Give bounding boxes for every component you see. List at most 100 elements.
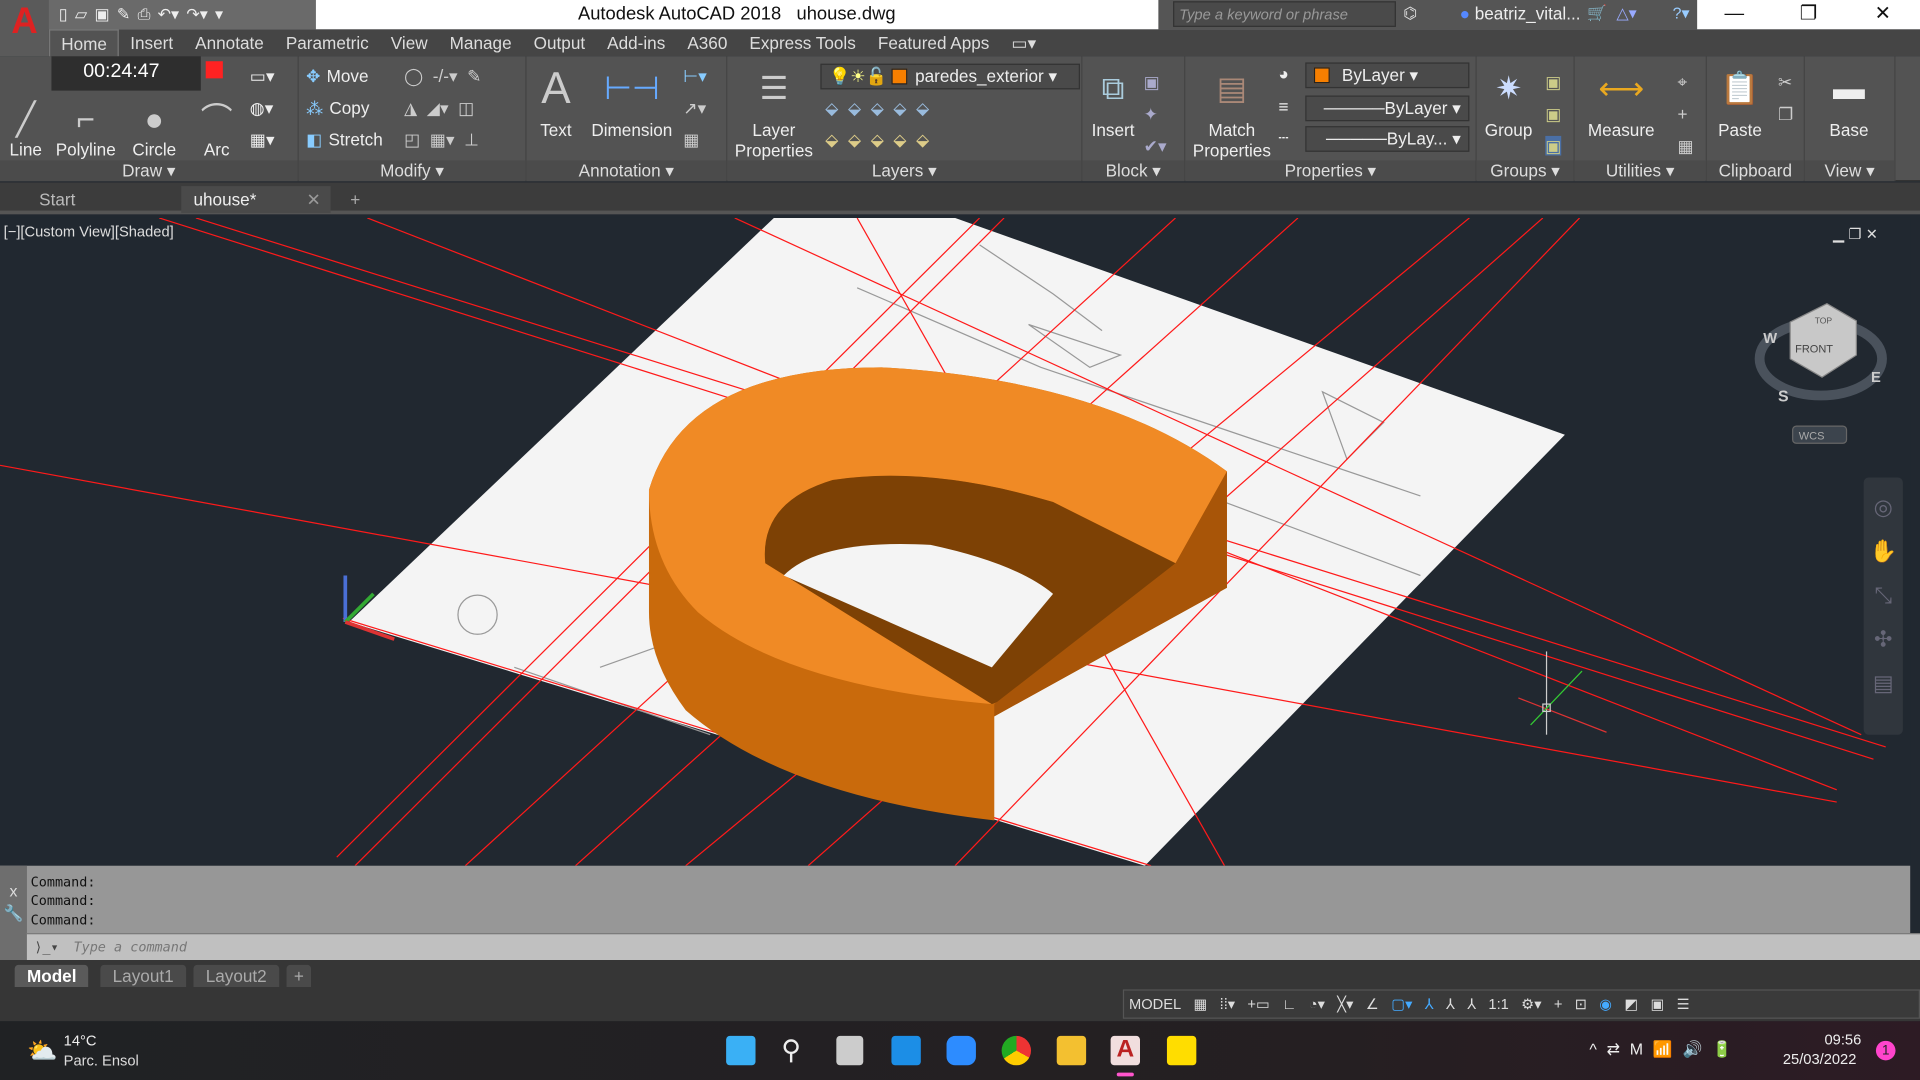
ribbon-minimize-icon[interactable]: ▭▾	[1000, 29, 1047, 56]
linetype-dropdown[interactable]: ─────ByLay... ▾	[1305, 126, 1470, 152]
workspace-gear-icon[interactable]: ⚙▾	[1521, 996, 1542, 1013]
text-button[interactable]: A Text	[534, 61, 578, 139]
leader-icon[interactable]: ↗▾	[683, 98, 706, 119]
user-account[interactable]: ● beatriz_vital...	[1460, 4, 1581, 24]
customize-icon[interactable]: ▾	[215, 5, 223, 25]
tab-layout1[interactable]: Layout1	[100, 964, 186, 987]
new-icon[interactable]: ▯	[59, 5, 68, 25]
navigation-bar[interactable]: ◎ ✋ ⤡ ✣ ▤	[1863, 477, 1903, 735]
linear-dim-icon[interactable]: ⊢▾	[683, 66, 707, 87]
isodraft-icon[interactable]: ∠	[1366, 996, 1379, 1013]
binoculars-icon[interactable]: ⌬	[1403, 4, 1417, 24]
polar-icon[interactable]: ◔▾	[1309, 996, 1325, 1013]
cut-copy-icons[interactable]: ✂ ❐	[1778, 66, 1793, 130]
polyline-button[interactable]: ⌐ Polyline	[54, 98, 118, 159]
close-icon[interactable]: x	[9, 882, 17, 900]
color-dropdown[interactable]: ByLayer ▾	[1305, 62, 1470, 89]
tab-view[interactable]: View	[380, 29, 439, 56]
table-icon[interactable]: ▦	[683, 130, 699, 151]
scale-array-icons[interactable]: ◰ ▦▾ ⊥	[404, 130, 479, 151]
mirror-fillet-icons[interactable]: ◮ ◢▾ ◫	[404, 98, 474, 119]
match-properties-button[interactable]: ▤ Match Properties	[1188, 61, 1276, 161]
rectangle-icon[interactable]: ▭▾	[250, 66, 275, 87]
view-panel-title[interactable]: View ▾	[1804, 160, 1895, 182]
layer-tools-row-1[interactable]: ⬙ ⬙ ⬙ ⬙ ⬙	[825, 98, 929, 119]
add-layout-button[interactable]: +	[286, 964, 312, 987]
clock-date[interactable]: 25/03/2022	[1783, 1051, 1857, 1068]
save-icon[interactable]: ▣	[94, 5, 109, 25]
layer-properties-button[interactable]: ☰ Layer Properties	[732, 61, 815, 161]
block-tools-icons[interactable]: ▣ ✦ ✔▾	[1144, 66, 1167, 162]
layers-panel-title[interactable]: Layers ▾	[727, 160, 1082, 182]
insert-button[interactable]: ⧉ Insert	[1085, 61, 1141, 140]
help-icon[interactable]: ?▾	[1673, 4, 1690, 24]
notification-badge[interactable]: 1	[1875, 1040, 1896, 1061]
plot-icon[interactable]: ⎙	[138, 5, 151, 25]
sticky-notes-icon[interactable]	[1166, 1035, 1197, 1066]
paste-button[interactable]: 📋 Paste	[1714, 61, 1765, 140]
minimize-button[interactable]: —	[1697, 0, 1771, 29]
redo-icon[interactable]: ↷▾	[186, 5, 207, 25]
stop-recording-button[interactable]	[205, 61, 223, 79]
tab-model[interactable]: Model	[14, 964, 89, 987]
arc-button[interactable]: ⌒ Arc	[196, 98, 238, 159]
system-tray-icons[interactable]: ^⇄M📶🔊🔋	[1589, 1040, 1741, 1060]
clipboard-panel-title[interactable]: Clipboard	[1706, 160, 1804, 182]
close-button[interactable]: ✕	[1846, 0, 1920, 29]
close-tab-icon[interactable]: ✕	[306, 190, 320, 211]
circle-button[interactable]: ● Circle	[127, 98, 181, 159]
autocad-taskbar-icon[interactable]: A	[1110, 1035, 1141, 1066]
ortho-icon[interactable]: ∟	[1282, 996, 1296, 1013]
tab-a360[interactable]: A360	[676, 29, 738, 56]
osnap-tracking-icon[interactable]: ╳▾	[1337, 996, 1353, 1013]
boundary-icon[interactable]: ▦▾	[250, 130, 275, 151]
snap-icon[interactable]: ⁞⁞▾	[1220, 996, 1236, 1013]
command-prompt-icon[interactable]: ⟩_▾	[34, 939, 58, 955]
dimension-button[interactable]: ⊢⊣ Dimension	[588, 61, 676, 140]
tab-express-tools[interactable]: Express Tools	[738, 29, 866, 56]
units-icon[interactable]: ⊡	[1575, 996, 1587, 1013]
tab-parametric[interactable]: Parametric	[275, 29, 380, 56]
measure-button[interactable]: ⟷ Measure	[1582, 61, 1660, 140]
base-button[interactable]: ▬ Base	[1822, 61, 1876, 140]
open-icon[interactable]: ▱	[75, 5, 87, 25]
file-explorer-icon[interactable]	[1056, 1035, 1087, 1066]
chrome-icon[interactable]	[1001, 1035, 1032, 1066]
properties-panel-title[interactable]: Properties ▾	[1185, 160, 1476, 182]
weather-temp[interactable]: 14°C	[64, 1032, 97, 1049]
utilities-panel-title[interactable]: Utilities ▾	[1574, 160, 1706, 182]
viewport-controls-label[interactable]: [−][Custom View][Shaded]	[4, 223, 174, 240]
draw-panel-title[interactable]: Draw ▾	[0, 160, 298, 182]
hardware-acceleration-icon[interactable]: ◉	[1599, 996, 1612, 1013]
stretch-button[interactable]: ◧ Stretch	[306, 130, 383, 151]
group-tools-icons[interactable]: ▣ ▣ ▣	[1545, 66, 1562, 162]
tab-uhouse[interactable]: uhouse* ✕	[181, 186, 331, 214]
modify-tools-icons[interactable]: ◯ -/-▾ ✎	[404, 66, 481, 87]
view-cube[interactable]: TOP FRONT W S E WCS	[1753, 291, 1888, 454]
tab-add-ins[interactable]: Add-ins	[596, 29, 676, 56]
lineweight-dropdown[interactable]: ─────ByLayer ▾	[1305, 95, 1470, 122]
tab-featured-apps[interactable]: Featured Apps	[867, 29, 1001, 56]
line-button[interactable]: ╱ Line	[5, 98, 47, 159]
annotation-scale-dropdown[interactable]: 1:1	[1488, 996, 1508, 1013]
tab-start[interactable]: Start	[27, 186, 176, 213]
customize-menu-icon[interactable]: ☰	[1677, 996, 1690, 1013]
model-space-button[interactable]: MODEL	[1129, 996, 1181, 1013]
tab-home[interactable]: Home	[48, 29, 120, 57]
layer-tools-row-2[interactable]: ⬙ ⬙ ⬙ ⬙ ⬙	[825, 130, 929, 151]
start-icon[interactable]	[726, 1035, 756, 1066]
drawing-viewport[interactable]	[0, 217, 1911, 866]
isolate-icon[interactable]: ◩	[1624, 996, 1638, 1013]
search-icon[interactable]: ⚲	[781, 1035, 810, 1065]
tab-annotate[interactable]: Annotate	[184, 29, 275, 56]
nav-tools-icons[interactable]: ◎ ✋ ⤡ ✣ ▤	[1864, 478, 1903, 706]
tab-layout2[interactable]: Layout2	[193, 964, 279, 987]
groups-panel-title[interactable]: Groups ▾	[1476, 160, 1574, 182]
command-input[interactable]: ⟩_▾ Type a command	[26, 933, 1920, 961]
annotation-visibility-icon[interactable]: ⅄	[1425, 996, 1434, 1013]
wrench-icon[interactable]: 🔧	[4, 904, 24, 922]
undo-icon[interactable]: ↶▾	[158, 5, 179, 25]
dynamic-input-icon[interactable]: +▭	[1247, 996, 1269, 1013]
tab-output[interactable]: Output	[523, 29, 597, 56]
annotation-scale-icon[interactable]: ⅄	[1467, 996, 1476, 1013]
